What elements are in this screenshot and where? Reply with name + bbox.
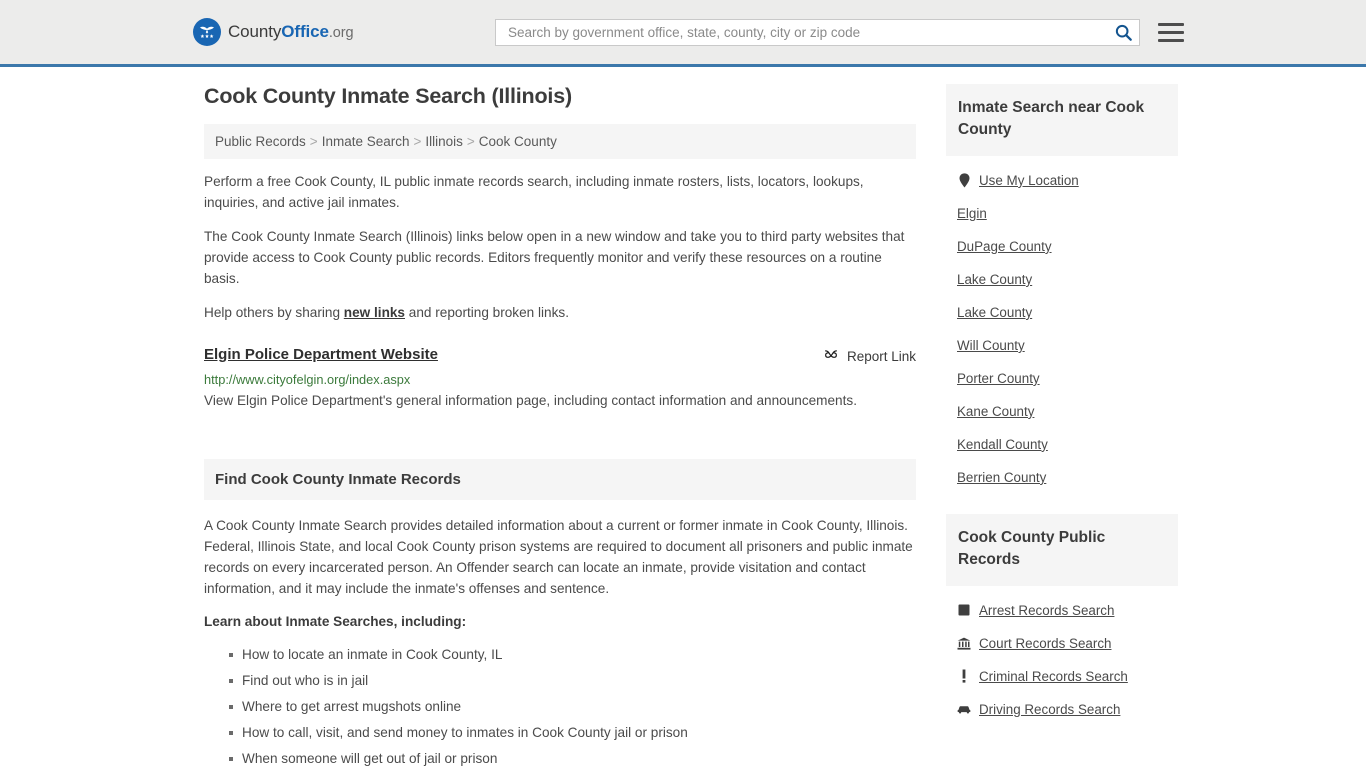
sidebar-item-porter-county[interactable]: Porter County	[946, 362, 1178, 395]
sidebar-link-label[interactable]: Kane County	[957, 404, 1034, 419]
sidebar-item-lake-county-2[interactable]: Lake County	[946, 296, 1178, 329]
list-item: How to locate an inmate in Cook County, …	[229, 645, 916, 665]
sidebar-public-records-list: Arrest Records Search Court Records Sear…	[946, 586, 1178, 726]
sidebar-item-berrien-county[interactable]: Berrien County	[946, 461, 1178, 494]
sidebar-link-label[interactable]: Porter County	[957, 371, 1040, 386]
search-icon[interactable]	[1114, 23, 1133, 42]
section-heading-find-records: Find Cook County Inmate Records	[204, 459, 916, 500]
sidebar-heading-nearby: Inmate Search near Cook County	[946, 84, 1178, 156]
sidebar-nearby-list: Use My Location Elgin DuPage County Lake…	[946, 156, 1178, 494]
sidebar-panel-nearby: Inmate Search near Cook County Use My Lo…	[946, 84, 1178, 494]
exclamation-icon	[957, 669, 971, 683]
sidebar-item-court-records-search[interactable]: Court Records Search	[946, 627, 1178, 660]
intro-paragraph-1: Perform a free Cook County, IL public in…	[204, 174, 864, 210]
sidebar-item-criminal-records-search[interactable]: Criminal Records Search	[946, 660, 1178, 693]
page-body: Cook County Inmate Search (Illinois) Pub…	[0, 67, 1366, 768]
sidebar-link-label[interactable]: Will County	[957, 338, 1025, 353]
courthouse-icon	[957, 637, 971, 650]
breadcrumb-separator: >	[309, 134, 318, 149]
sidebar-heading-public-records: Cook County Public Records	[946, 513, 1178, 586]
sidebar-link-label[interactable]: Elgin	[957, 206, 987, 221]
section-lead-in: Learn about Inmate Searches, including:	[204, 613, 467, 629]
list-item: When someone will get out of jail or pri…	[229, 749, 916, 768]
breadcrumb-item-illinois[interactable]: Illinois	[425, 134, 463, 149]
result-description: View Elgin Police Department's general i…	[204, 392, 857, 408]
hamburger-menu-icon[interactable]	[1158, 23, 1184, 42]
section-body: A Cook County Inmate Search provides det…	[204, 500, 916, 768]
sidebar-link-label[interactable]: Berrien County	[957, 470, 1046, 485]
sidebar-link-label[interactable]: Court Records Search	[979, 636, 1111, 651]
site-logo[interactable]: CountyOffice.org	[193, 18, 354, 46]
sidebar-item-use-my-location[interactable]: Use My Location	[946, 164, 1178, 197]
logo-text-office: Office	[281, 22, 329, 41]
header-search-area	[495, 19, 1184, 46]
result-url: http://www.cityofelgin.org/index.aspx	[204, 371, 411, 387]
share-prefix: Help others by sharing	[204, 304, 344, 320]
section-bullet-list: How to locate an inmate in Cook County, …	[204, 645, 916, 768]
search-input[interactable]	[506, 20, 1114, 45]
sidebar-item-will-county[interactable]: Will County	[946, 329, 1178, 362]
list-item: How to call, visit, and send money to in…	[229, 723, 916, 743]
broken-link-icon	[823, 347, 839, 366]
site-header: CountyOffice.org	[0, 0, 1366, 67]
sidebar-link-label[interactable]: Kendall County	[957, 437, 1048, 452]
sidebar: Inmate Search near Cook County Use My Lo…	[946, 84, 1178, 768]
intro-paragraph-2: The Cook County Inmate Search (Illinois)…	[204, 228, 905, 286]
new-links-link[interactable]: new links	[344, 305, 405, 320]
sidebar-link-label[interactable]: Lake County	[957, 305, 1032, 320]
sidebar-link-label[interactable]: Lake County	[957, 272, 1032, 287]
sidebar-link-label[interactable]: Driving Records Search	[979, 702, 1120, 717]
sidebar-item-kane-county[interactable]: Kane County	[946, 395, 1178, 428]
share-suffix: and reporting broken links.	[405, 304, 569, 320]
search-box[interactable]	[495, 19, 1140, 46]
sidebar-item-arrest-records-search[interactable]: Arrest Records Search	[946, 594, 1178, 627]
sidebar-item-dupage-county[interactable]: DuPage County	[946, 230, 1178, 263]
breadcrumb: Public Records > Inmate Search > Illinois > Co…	[204, 124, 916, 159]
sidebar-link-label[interactable]: DuPage County	[957, 239, 1052, 254]
page-title: Cook County Inmate Search (Illinois)	[204, 84, 572, 108]
list-item: Where to get arrest mugshots online	[229, 697, 916, 717]
sidebar-item-lake-county-1[interactable]: Lake County	[946, 263, 1178, 296]
share-paragraph: Help others by sharing new links and rep…	[204, 303, 916, 324]
breadcrumb-item-inmate-search[interactable]: Inmate Search	[322, 134, 410, 149]
list-item: Find out who is in jail	[229, 671, 916, 691]
result-title-link[interactable]: Elgin Police Department Website	[204, 346, 438, 363]
section-paragraph: A Cook County Inmate Search provides det…	[204, 518, 913, 596]
fingerprint-square-icon	[957, 604, 971, 616]
sidebar-item-elgin[interactable]: Elgin	[946, 197, 1178, 230]
logo-wordmark: CountyOffice.org	[228, 22, 354, 42]
sidebar-link-label[interactable]: Use My Location	[979, 173, 1079, 188]
breadcrumb-separator: >	[466, 134, 475, 149]
sidebar-item-driving-records-search[interactable]: Driving Records Search	[946, 693, 1178, 726]
map-pin-icon	[957, 173, 971, 188]
sidebar-item-kendall-county[interactable]: Kendall County	[946, 428, 1178, 461]
logo-text-org: .org	[328, 25, 354, 41]
main-column: Cook County Inmate Search (Illinois) Pub…	[204, 84, 916, 768]
sidebar-panel-public-records: Cook County Public Records Arrest Record…	[946, 513, 1178, 726]
report-link-label: Report Link	[846, 348, 916, 364]
sidebar-link-label[interactable]: Criminal Records Search	[979, 669, 1128, 684]
sidebar-link-label[interactable]: Arrest Records Search	[979, 603, 1114, 618]
breadcrumb-item-public-records[interactable]: Public Records	[215, 134, 306, 149]
eagle-shield-logo-icon	[193, 18, 221, 46]
logo-text-county: County	[228, 22, 282, 41]
report-link-button[interactable]: Report Link	[823, 347, 916, 366]
link-result: Elgin Police Department Website Report L…	[204, 346, 916, 413]
breadcrumb-separator: >	[413, 134, 422, 149]
car-icon	[957, 704, 971, 714]
breadcrumb-item-cook-county[interactable]: Cook County	[479, 134, 557, 149]
